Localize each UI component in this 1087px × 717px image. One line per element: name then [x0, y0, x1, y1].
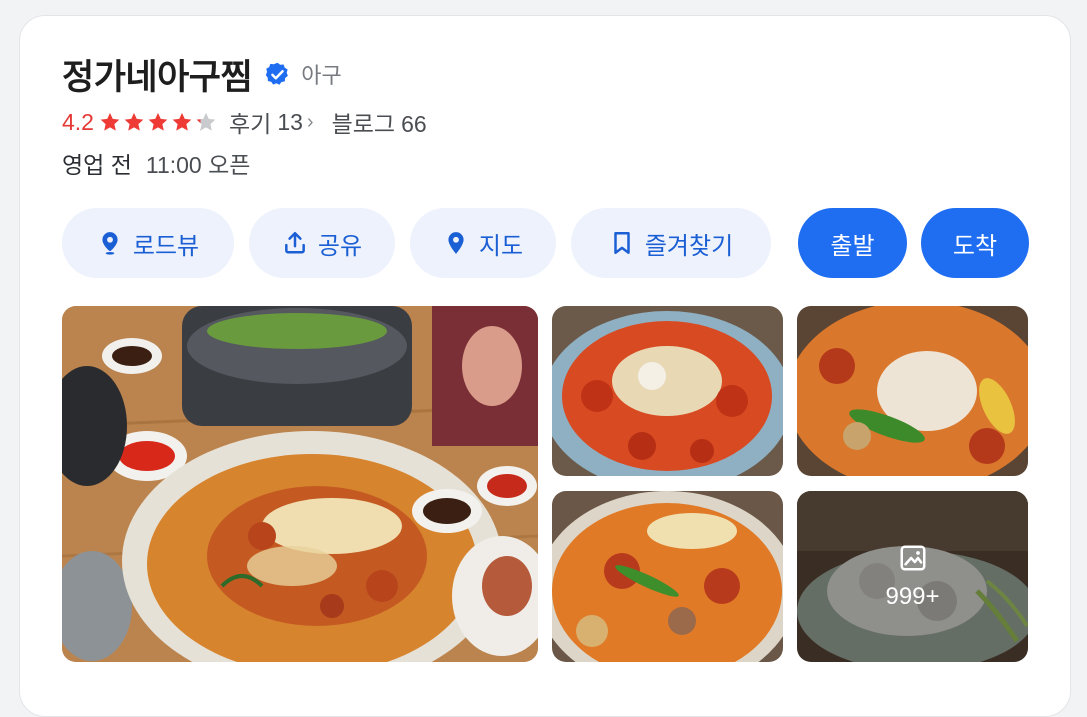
- photo-gallery: 999+: [62, 306, 1030, 664]
- star-icon: [172, 112, 192, 131]
- more-photos-overlay[interactable]: 999+: [797, 491, 1028, 662]
- bookmark-label: 즐겨찾기: [644, 232, 734, 260]
- place-card: 정가네아구찜 아구 4.2 후기 13 › 블로그 66 영업 전 11:00 …: [19, 15, 1071, 717]
- star-rating: [99, 111, 219, 133]
- star-icon: [124, 112, 144, 131]
- hours-status: 영업 전: [62, 152, 132, 178]
- bookmark-button[interactable]: 즐겨찾기: [571, 208, 771, 278]
- food-photo-image: [552, 491, 783, 662]
- roadview-label: 로드뷰: [132, 232, 200, 260]
- share-button[interactable]: 공유: [249, 208, 395, 278]
- reviews-label: 후기: [228, 111, 272, 137]
- share-icon: [284, 232, 305, 254]
- rating-score: 4.2: [62, 108, 94, 135]
- chevron-right-icon: ›: [306, 110, 314, 133]
- action-buttons: 로드뷰 공유 지도 즐겨찾기 출발 도착: [62, 208, 1032, 278]
- verified-badge-icon: [266, 62, 289, 85]
- business-hours[interactable]: 영업 전 11:00 오픈: [62, 147, 250, 179]
- blog-link[interactable]: 블로그 66: [332, 105, 427, 139]
- roadview-button[interactable]: 로드뷰: [62, 208, 234, 278]
- reviews-link[interactable]: 후기 13 ›: [229, 105, 314, 139]
- bookmark-icon: [614, 232, 630, 254]
- gallery-icon: [900, 545, 925, 570]
- photo-thumb-1[interactable]: [552, 306, 783, 476]
- food-photo-image: [552, 306, 783, 476]
- more-photos-count: 999+: [885, 582, 940, 610]
- star-icon: [148, 112, 168, 131]
- food-photo-image: [797, 306, 1028, 476]
- photo-more[interactable]: 999+: [797, 491, 1028, 662]
- photo-thumb-3[interactable]: [552, 491, 783, 662]
- arrive-label: 도착: [952, 232, 998, 260]
- blog-label: 블로그: [331, 111, 396, 137]
- food-photo-image: [62, 306, 538, 662]
- map-pin-icon: [448, 232, 464, 254]
- open-time: 11:00 오픈: [145, 152, 251, 178]
- title-row: 정가네아구찜 아구: [62, 52, 342, 97]
- blog-count: 66: [401, 111, 427, 137]
- place-name[interactable]: 정가네아구찜: [62, 49, 253, 100]
- depart-label: 출발: [830, 232, 875, 260]
- rating-row: 4.2 후기 13 › 블로그 66: [62, 105, 427, 139]
- map-label: 지도: [478, 232, 524, 260]
- photo-main[interactable]: [62, 306, 538, 662]
- roadview-pin-icon: [102, 232, 118, 255]
- map-button[interactable]: 지도: [410, 208, 556, 278]
- arrive-button[interactable]: 도착: [921, 208, 1029, 278]
- reviews-count: 13: [277, 108, 303, 135]
- photo-thumb-2[interactable]: [797, 306, 1028, 476]
- star-icon: [100, 112, 120, 131]
- place-category: 아구: [301, 63, 342, 88]
- depart-button[interactable]: 출발: [798, 208, 907, 278]
- share-label: 공유: [317, 232, 363, 260]
- star-empty-icon: [196, 112, 216, 131]
